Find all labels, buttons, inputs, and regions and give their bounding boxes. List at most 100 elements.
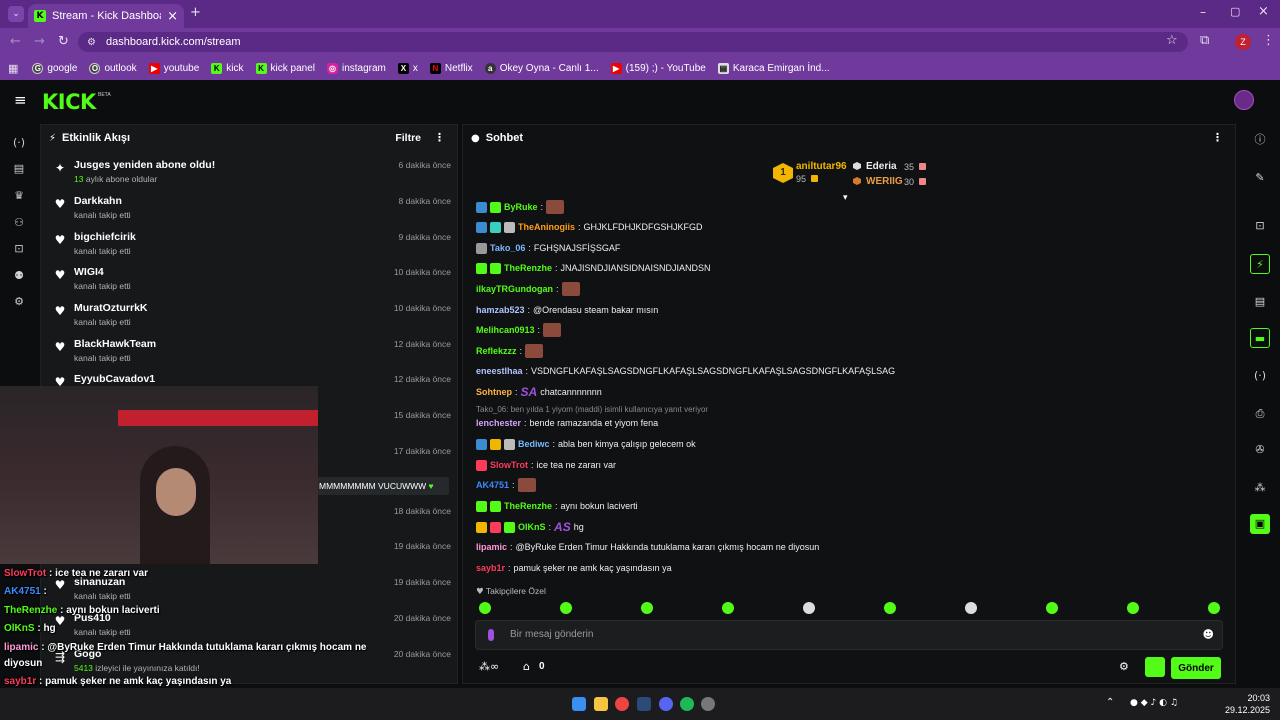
chat-username[interactable]: TheRenzhe	[504, 263, 552, 273]
site-info-icon[interactable]: ⚙	[87, 33, 96, 53]
quick-emote-icon[interactable]	[1046, 602, 1058, 614]
quick-emote-icon[interactable]	[722, 602, 734, 614]
minimize-icon[interactable]: –	[1200, 5, 1206, 19]
chat-message[interactable]: OlKnS: AS hg	[476, 519, 584, 535]
chat-message[interactable]: AK4751:	[476, 477, 536, 493]
community-icon[interactable]: ⚇	[12, 216, 26, 230]
chat-username[interactable]: Bediwc	[518, 439, 550, 449]
profile-avatar[interactable]: Z	[1235, 34, 1251, 50]
chat-message[interactable]: SlowTrot: ice tea ne zararı var	[476, 457, 616, 473]
chat-username[interactable]: SlowTrot	[490, 460, 528, 470]
bookmark-kick[interactable]: Kkick	[211, 62, 244, 74]
points-icon[interactable]: ⁂∞	[479, 660, 499, 673]
chat-username[interactable]: ilkayTRGundogan	[476, 284, 553, 294]
chat-username[interactable]: Reflekzzz	[476, 346, 517, 356]
chat-message[interactable]: TheRenzhe: JNAJISNDJIANSIDNAISNDJIANDSN	[476, 260, 711, 276]
new-tab-icon[interactable]: +	[190, 5, 201, 20]
chat-message[interactable]: sayb1r: pamuk şeker ne amk kaç yaşındasın…	[476, 560, 672, 576]
quick-emote-icon[interactable]	[641, 602, 653, 614]
activity-item[interactable]: ♥ MuratOzturrkK kanalı takip etti 10 dakika…	[41, 302, 459, 338]
chat-username[interactable]: lenchester	[476, 418, 521, 428]
bookmark-netflix[interactable]: N Netflix	[429, 62, 473, 74]
settings-icon[interactable]: ⚙	[12, 295, 26, 309]
tab-kick-dashboard[interactable]: K Stream - Kick Dashboard ×	[28, 4, 184, 28]
chat-message[interactable]: Bediwc: abla ben kimya çalışıp gelecem ok	[476, 436, 696, 452]
analytics-icon[interactable]: ▤	[12, 162, 26, 176]
chat-settings-icon[interactable]: ⚙	[1119, 660, 1129, 673]
chat-input[interactable]: Bir mesaj gönderin ☻	[475, 620, 1223, 650]
apps-grid-icon[interactable]: ▦	[8, 62, 18, 75]
kick-bot-icon[interactable]	[1145, 657, 1165, 677]
bookmark-x[interactable]: Xx	[397, 62, 418, 74]
chat-message[interactable]: TheAninogiis: GHJKLFDHJKDFGSHJKFGD	[476, 219, 703, 235]
activity-item[interactable]: ♥ bigchiefcirik kanalı takip etti 9 dakika …	[41, 231, 459, 267]
users-icon[interactable]: ⚉	[12, 269, 26, 283]
chat-username[interactable]: eneestlhaa	[476, 366, 523, 376]
quick-emote-icon[interactable]	[803, 602, 815, 614]
chat-username[interactable]: OlKnS	[518, 522, 546, 532]
bookmark-okey[interactable]: a Okey Oyna - Canlı 1...	[484, 62, 599, 74]
filter-button[interactable]: Filtre	[395, 132, 421, 144]
activity-item[interactable]: ♥ BlackHawkTeam kanalı takip etti 12 dakika…	[41, 338, 459, 374]
bookmark-kick-panel[interactable]: Kkick panel	[255, 62, 315, 74]
chat-username[interactable]: TheRenzhe	[504, 501, 552, 511]
quick-emote-icon[interactable]	[965, 602, 977, 614]
app-icon[interactable]	[701, 697, 715, 711]
first-place-user[interactable]: aniltutar96	[796, 161, 847, 172]
kick-logo[interactable]: KICK	[42, 90, 96, 114]
chat-message[interactable]: TheRenzhe: aynı bokun laciverti	[476, 498, 638, 514]
chat-message[interactable]: Tako_06: FGHŞNAJSFİŞSGAF	[476, 240, 620, 256]
quick-emote-icon[interactable]	[479, 602, 491, 614]
reload-icon[interactable]: ↻	[58, 34, 69, 49]
print-icon[interactable]: ⎙	[1250, 404, 1270, 424]
bookmark-instagram[interactable]: ◎ instagram	[326, 62, 386, 74]
chat-username[interactable]: Sohtnep	[476, 387, 512, 397]
notes-icon[interactable]: ▤	[1250, 292, 1270, 312]
start-icon[interactable]	[572, 697, 586, 711]
moderation-icon[interactable]: ⊡	[12, 242, 26, 256]
browser-menu-icon[interactable]: ⋮	[1262, 33, 1275, 48]
chat-message[interactable]: Reflekzzz:	[476, 343, 544, 359]
send-button[interactable]: Gönder	[1171, 657, 1221, 679]
info-icon[interactable]: ⓘ	[1250, 130, 1270, 150]
chat-message[interactable]: hamzab523: @Orendasu steam bakar mısın	[476, 302, 658, 318]
chat-username[interactable]: hamzab523	[476, 305, 525, 315]
bookmark-google[interactable]: Ggoogle	[32, 62, 77, 74]
quick-emote-icon[interactable]	[1127, 602, 1139, 614]
chat-message[interactable]: ilkayTRGundogan:	[476, 281, 580, 297]
extensions-icon[interactable]: ⧉	[1200, 33, 1209, 48]
chat-menu-icon[interactable]: ⋮	[1212, 131, 1223, 144]
hamburger-menu-icon[interactable]: ≡	[14, 91, 27, 109]
chat-message[interactable]: eneestlhaa: VSDNGFLKAFAŞLSAGSDNGFLKAFAŞLS…	[476, 363, 895, 379]
activity-item[interactable]: ✦ Jusges yeniden abone oldu! 13 aylık abon…	[41, 159, 459, 195]
bookmark-youtube-159[interactable]: ▶ (159) ;) - YouTube	[610, 62, 706, 74]
emoji-picker-icon[interactable]: ☻	[1203, 628, 1214, 641]
kick-app-icon[interactable]: ▣	[1250, 514, 1270, 534]
tray-icons[interactable]: ● ◆ ♪ ◐ ♫	[1130, 698, 1178, 708]
discord-icon[interactable]	[659, 697, 673, 711]
collapse-leaderboard-icon[interactable]: ▾	[843, 193, 848, 203]
chat-message[interactable]: Sohtnep: SA chatcannnnnnn	[476, 384, 602, 400]
window-close-icon[interactable]: ×	[1258, 4, 1269, 19]
chat-username[interactable]: Melihcan0913	[476, 325, 535, 335]
clock-date[interactable]: 29.12.2025	[1222, 705, 1270, 715]
fullscreen-icon[interactable]: ⊡	[1250, 216, 1270, 236]
chat-message[interactable]: lenchester: bende ramazanda et yiyom fena	[476, 415, 658, 431]
chat-username[interactable]: AK4751	[476, 480, 509, 490]
chrome-icon[interactable]	[615, 697, 629, 711]
tab-close-icon[interactable]: ×	[167, 9, 178, 24]
chat-username[interactable]: TheAninogiis	[518, 222, 575, 232]
tab-search-icon[interactable]: ⌄	[8, 6, 24, 22]
quick-actions-icon[interactable]: ⚡	[1250, 254, 1270, 274]
chat-username[interactable]: ByRuke	[504, 202, 538, 212]
forward-icon[interactable]: →	[34, 34, 45, 49]
steam-icon[interactable]	[637, 697, 651, 711]
clock-time[interactable]: 20:03	[1222, 693, 1270, 703]
bookmark-star-icon[interactable]: ☆	[1166, 33, 1178, 48]
spotify-icon[interactable]	[680, 697, 694, 711]
file-explorer-icon[interactable]	[594, 697, 608, 711]
activity-item[interactable]: ♥ WIGI4 kanalı takip etti 10 dakika önce	[41, 266, 459, 302]
activity-item[interactable]: ♥ Darkkahn kanalı takip etti 8 dakika önce	[41, 195, 459, 231]
bookmark-karaca[interactable]: ▤ Karaca Emirgan İnd...	[717, 62, 830, 74]
chat-toggle-icon[interactable]: ▬	[1250, 328, 1270, 348]
